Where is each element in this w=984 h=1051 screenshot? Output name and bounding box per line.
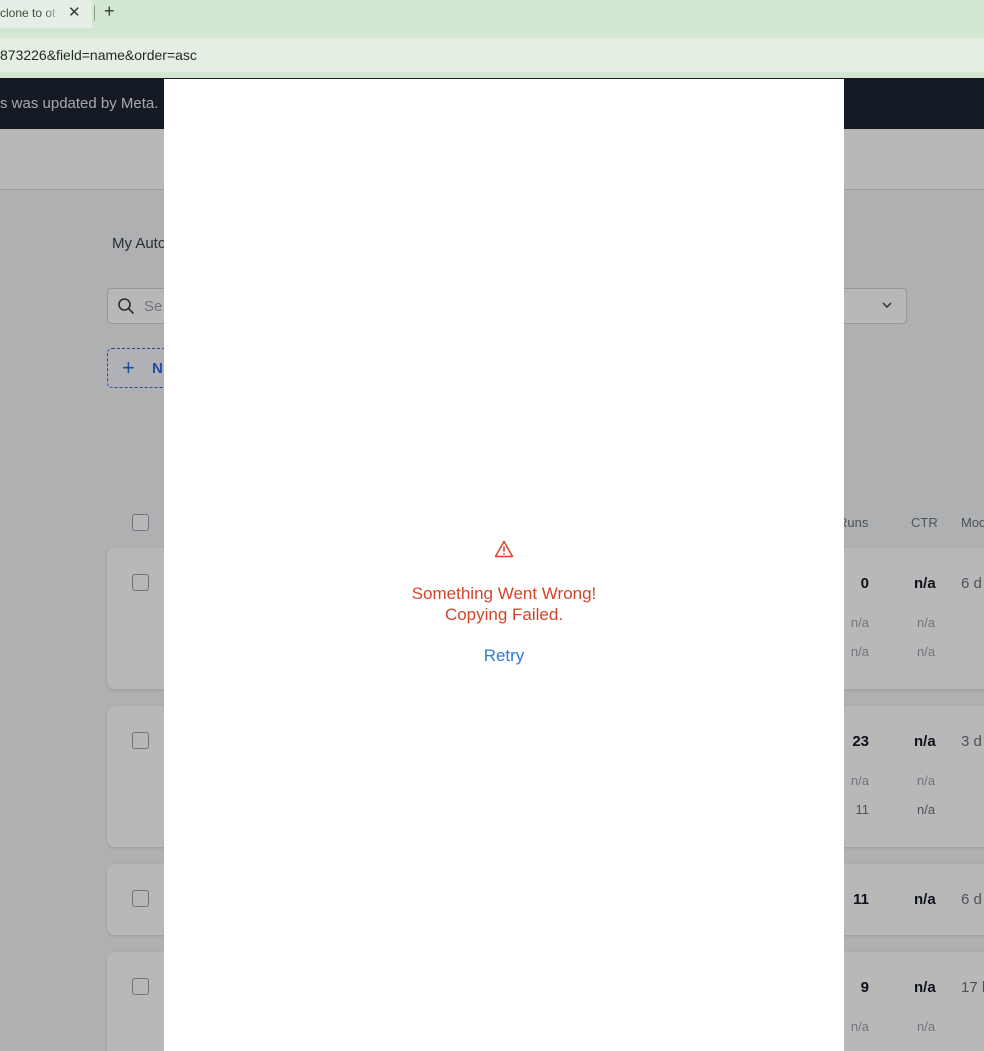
copy-modal: Something Went Wrong! Copying Failed. Re… — [164, 79, 844, 1051]
close-icon[interactable]: ✕ — [68, 3, 81, 21]
new-tab-button[interactable]: + — [104, 1, 115, 22]
address-bar[interactable]: 873226&field=name&order=asc — [0, 38, 984, 72]
error-message-detail: Copying Failed. — [444, 605, 564, 624]
tab-separator — [94, 5, 95, 21]
retry-button[interactable]: Retry — [474, 646, 534, 666]
tab-title: clone to ot — [0, 6, 62, 20]
error-message-title: Something Went Wrong! — [411, 584, 597, 603]
warning-icon — [494, 540, 514, 558]
browser-tab[interactable]: clone to ot ✕ — [0, 0, 92, 28]
browser-tab-bar: clone to ot ✕ + — [0, 0, 984, 32]
url-text[interactable]: 873226&field=name&order=asc — [0, 47, 197, 63]
